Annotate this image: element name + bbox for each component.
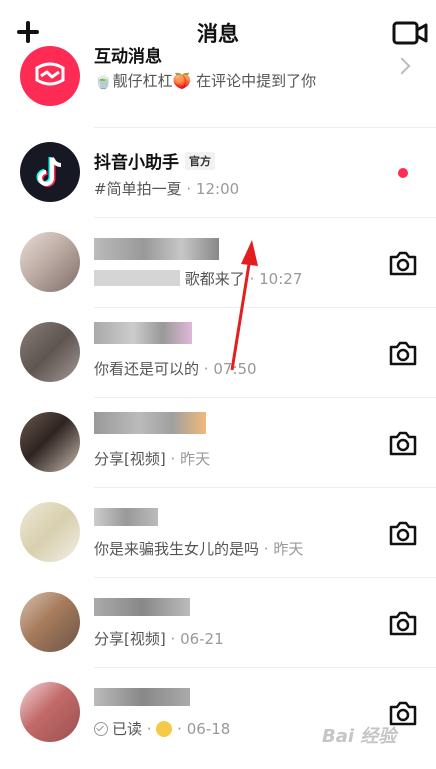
timestamp: 昨天	[180, 450, 211, 468]
laughing-emoji-icon	[156, 721, 173, 737]
timestamp: 10:27	[259, 270, 303, 288]
read-status: 已读	[112, 720, 143, 738]
preview-text: 歌都来了	[184, 270, 245, 288]
list-item[interactable]: 分享[视频] · 06-21	[0, 578, 436, 668]
timestamp: 07:50	[213, 360, 257, 378]
list-item[interactable]: 你是来骗我生女儿的是吗 · 昨天	[0, 488, 436, 578]
avatar	[20, 412, 80, 472]
item-title: 互动消息	[94, 47, 162, 67]
avatar	[20, 232, 80, 292]
unread-dot	[398, 168, 408, 178]
mention-text: 在评论中提到了你	[191, 72, 317, 90]
camera-icon[interactable]	[388, 339, 418, 367]
preview-text: 你看还是可以的	[94, 360, 200, 378]
separator-dot: ·	[170, 450, 176, 468]
blurred-username	[94, 412, 206, 434]
camera-icon[interactable]	[388, 429, 418, 457]
interaction-avatar	[20, 46, 80, 106]
preview-text: 分享[视频]	[94, 450, 166, 468]
item-subtitle: 分享[视频] · 昨天	[94, 448, 210, 469]
video-camera-icon[interactable]	[392, 20, 428, 46]
timestamp: 12:00	[195, 180, 240, 198]
tiktok-logo-icon	[20, 142, 80, 202]
avatar	[20, 502, 80, 562]
avatar	[20, 682, 80, 742]
camera-icon[interactable]	[388, 519, 418, 547]
blurred-username	[94, 322, 192, 344]
camera-icon[interactable]	[388, 249, 418, 277]
separator-dot: ·	[186, 180, 192, 198]
official-badge: 官方	[185, 152, 215, 170]
item-subtitle: 你是来骗我生女儿的是吗 · 昨天	[94, 538, 303, 559]
item-subtitle: 🍵靓仔杠杠🍑 在评论中提到了你	[94, 70, 316, 91]
page-title: 消息	[197, 22, 239, 46]
blurred-username	[94, 508, 158, 526]
item-subtitle: #简单拍一夏 · 12:00	[94, 178, 239, 199]
list-item-assistant[interactable]: 抖音小助手 官方 #简单拍一夏 · 12:00	[0, 128, 436, 218]
separator-dot: ·	[177, 720, 182, 738]
assistant-name: 抖音小助手	[94, 153, 179, 173]
separator-dot: ·	[146, 720, 152, 738]
item-title: 抖音小助手 官方	[94, 148, 215, 173]
item-subtitle: 歌都来了 · 10:27	[94, 268, 302, 289]
camera-icon[interactable]	[388, 609, 418, 637]
blurred-username	[94, 598, 190, 616]
list-item-interactions[interactable]: 互动消息 🍵靓仔杠杠🍑 在评论中提到了你	[0, 46, 436, 128]
item-subtitle: 你看还是可以的 · 07:50	[94, 358, 257, 379]
blurred-text	[94, 270, 180, 286]
blurred-username	[94, 238, 219, 260]
separator-dot: ·	[170, 630, 176, 648]
list-item[interactable]: 歌都来了 · 10:27	[0, 218, 436, 308]
list-item[interactable]: 你看还是可以的 · 07:50	[0, 308, 436, 398]
item-subtitle: 已读 · · 06-18	[94, 718, 230, 739]
timestamp: 06-18	[186, 720, 231, 738]
chevron-right-icon	[393, 57, 411, 75]
list-item[interactable]: 分享[视频] · 昨天	[0, 398, 436, 488]
avatar	[20, 592, 80, 652]
message-bubble-icon	[35, 62, 65, 86]
preview-text: 分享[视频]	[94, 630, 166, 648]
read-check-icon	[94, 722, 108, 736]
timestamp: 06-21	[180, 630, 224, 648]
avatar	[20, 322, 80, 382]
item-subtitle: 分享[视频] · 06-21	[94, 628, 224, 649]
timestamp: 昨天	[273, 540, 304, 558]
preview-text: 你是来骗我生女儿的是吗	[94, 540, 260, 558]
preview-text: #简单拍一夏	[94, 180, 182, 198]
mention-user: 🍵靓仔杠杠🍑	[94, 72, 192, 90]
blurred-username	[94, 688, 190, 706]
separator-dot: ·	[249, 270, 255, 288]
separator-dot: ·	[263, 540, 269, 558]
separator-dot: ·	[203, 360, 209, 378]
watermark: Bai 经验	[322, 726, 397, 747]
